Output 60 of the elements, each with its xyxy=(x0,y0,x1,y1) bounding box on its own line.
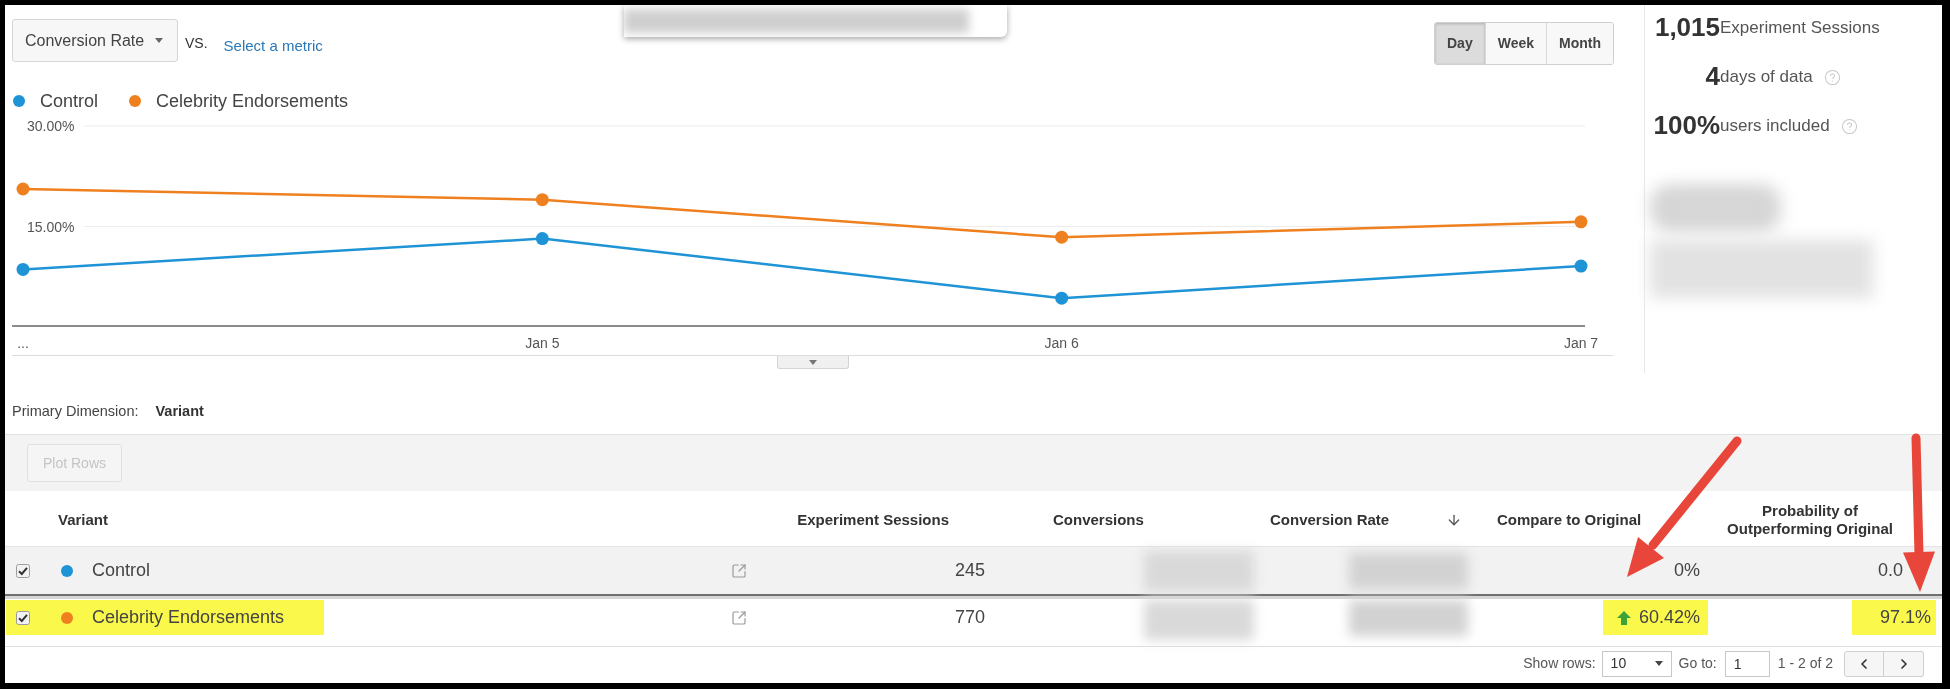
column-header[interactable]: Conversion Rate xyxy=(1270,508,1390,532)
metric-dropdown[interactable]: Conversion Rate xyxy=(12,19,178,62)
data-point[interactable] xyxy=(1574,215,1588,229)
column-header[interactable]: Conversions xyxy=(1053,508,1144,532)
stat-value: 100% xyxy=(1652,108,1720,142)
period-tab[interactable]: Month xyxy=(1546,23,1613,64)
stat-label: Experiment Sessions xyxy=(1720,17,1880,38)
x-axis-label: Jan 6 xyxy=(1044,335,1079,351)
go-to-label: Go to: xyxy=(1678,654,1717,673)
caret-down-icon xyxy=(809,359,817,365)
rows-per-page-select[interactable]: 10 xyxy=(1601,650,1672,677)
data-point[interactable] xyxy=(16,182,30,196)
data-point[interactable] xyxy=(535,193,549,207)
x-axis-label: ... xyxy=(17,335,29,351)
table-row[interactable]: Control 245 0% 0.0 xyxy=(5,547,1942,594)
variant-name: Control xyxy=(92,559,151,582)
y-axis-label: 30.00% xyxy=(27,120,75,134)
checkbox[interactable] xyxy=(16,563,30,578)
dimension-label: Primary Dimension: xyxy=(12,402,139,422)
legend-label: Control xyxy=(40,89,99,113)
dimension-option[interactable]: Variant xyxy=(155,401,204,423)
stat-label: users included xyxy=(1720,115,1830,138)
next-page-button[interactable] xyxy=(1884,650,1924,677)
stat-label: days of data xyxy=(1720,66,1813,89)
page-range: 1 - 2 of 2 xyxy=(1777,654,1833,673)
caret-down-icon xyxy=(1654,661,1663,666)
checkbox[interactable] xyxy=(16,610,30,625)
period-tab[interactable]: Day xyxy=(1435,23,1485,64)
table-cell-text: 0.0 xyxy=(1877,559,1904,582)
table-cell-text: 60.42% xyxy=(1638,606,1700,629)
caret-down-icon xyxy=(155,38,163,43)
variant-name: Celebrity Endorsements xyxy=(92,606,285,629)
period-tab[interactable]: Week xyxy=(1484,23,1546,64)
x-axis-label: Jan 5 xyxy=(525,335,560,351)
table-cell-text: 245 xyxy=(954,559,985,582)
y-axis-label: 15.00% xyxy=(27,218,75,235)
collapse-tab-button[interactable] xyxy=(777,356,849,369)
column-header[interactable]: Experiment Sessions xyxy=(797,508,949,532)
table-cell-text: 770 xyxy=(954,606,985,629)
data-point[interactable] xyxy=(1574,259,1588,273)
data-point[interactable] xyxy=(1055,291,1069,305)
data-point[interactable] xyxy=(1055,230,1069,244)
show-rows-label: Show rows: xyxy=(1523,654,1596,673)
square-arrow-icon[interactable] xyxy=(731,562,747,579)
square-arrow-icon[interactable] xyxy=(731,609,747,626)
column-header[interactable]: Probability of Outperforming Original xyxy=(1714,502,1906,538)
legend-label: Celebrity Endorsements xyxy=(156,89,349,113)
data-point[interactable] xyxy=(535,232,549,246)
stat-value: 1,015 xyxy=(1653,10,1720,44)
data-point[interactable] xyxy=(16,262,30,276)
vs-label: VS. xyxy=(185,34,208,53)
x-axis-label: Jan 7 xyxy=(1563,335,1599,351)
select-metric-link[interactable]: Select a metric xyxy=(223,35,323,58)
table-cell-text: 0% xyxy=(1674,559,1700,582)
table-cell: 97.1% xyxy=(1851,600,1936,635)
previous-page-button[interactable] xyxy=(1844,650,1884,677)
page-field[interactable]: 1 xyxy=(1724,650,1770,677)
column-header[interactable]: Variant xyxy=(58,508,109,532)
column-header[interactable]: Compare to Original xyxy=(1497,508,1642,532)
stat-value: 4 xyxy=(1704,59,1720,93)
